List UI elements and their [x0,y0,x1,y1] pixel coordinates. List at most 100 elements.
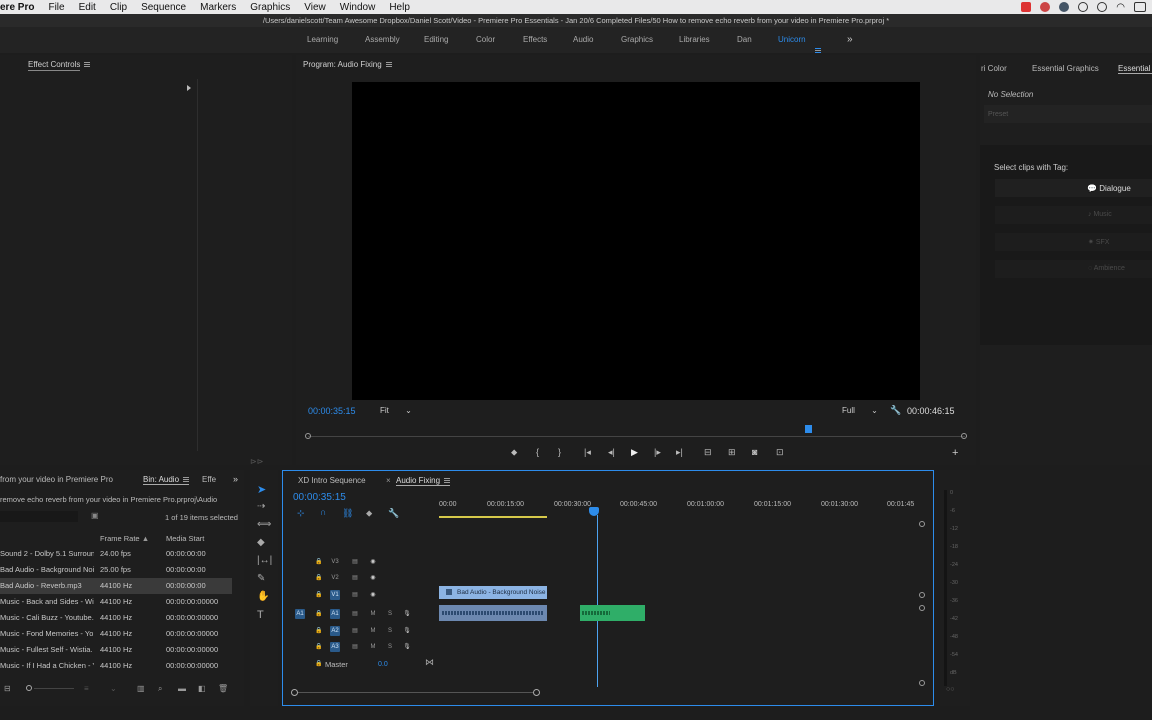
workspace-unicorn[interactable]: Unicorn [778,27,806,53]
snap-icon[interactable]: ∩ [320,507,326,517]
add-marker-timeline-icon[interactable]: ⬥ [366,508,372,519]
master-volume[interactable]: 0.0 [378,661,388,668]
zoom-slider[interactable] [34,688,74,689]
list-options-icon[interactable]: ⌄ [110,684,117,693]
workspace-audio[interactable]: Audio [573,27,593,53]
track-target-a2[interactable]: A2 [330,626,340,636]
bin-list-item[interactable]: Bad Audio - Background Noi 25.00 fps 00:00… [0,562,232,578]
app-menu[interactable]: ere Pro [0,2,34,13]
lock-icon[interactable]: 🔒 [314,642,324,652]
new-bin-search-icon[interactable]: ▣ [91,511,99,520]
selection-tool-icon[interactable]: ➤ [257,483,266,496]
tab-essential-sound[interactable]: Essential S [1118,64,1152,74]
workspace-editing[interactable]: Editing [424,27,448,53]
sync-lock-icon[interactable]: ▤ [350,557,360,567]
step-forward-icon[interactable]: |▸ [654,447,661,458]
sync-lock-icon[interactable]: ▤ [350,642,360,652]
lock-icon[interactable]: 🔒 [314,659,324,669]
lock-bin-icon[interactable]: ⊟ [4,684,11,693]
bin-menu-icon[interactable] [183,477,190,483]
workspace-libraries[interactable]: Libraries [679,27,710,53]
h-scroll-start-handle[interactable] [291,689,298,696]
linked-selection-icon[interactable]: ⛓ [342,508,353,519]
effects-tab[interactable]: Effe [202,475,216,484]
video-preview[interactable] [352,82,920,400]
go-to-in-icon[interactable]: |◂ [584,447,591,458]
voiceover-mic-icon[interactable]: 🎙 [402,642,412,652]
effect-controls-tab[interactable]: Effect Controls [28,60,81,71]
go-to-out-icon[interactable]: ▸| [676,447,683,458]
menu-view[interactable]: View [304,2,326,13]
preset-field[interactable] [984,105,1152,123]
workspace-menu-icon[interactable] [811,38,821,54]
sync-icon[interactable] [1059,2,1070,12]
bin-list-item[interactable]: Sound 2 - Dolby 5.1 Surroun 24.00 fps 00:0… [0,546,232,562]
tag-sfx-button[interactable] [995,233,1152,251]
sync-lock-icon[interactable]: ▤ [350,573,360,583]
go-to-end-icon[interactable]: ⋈ [425,657,434,668]
workspace-effects[interactable]: Effects [523,27,547,53]
mute-button[interactable]: M [368,642,378,652]
wrench-icon[interactable]: 🔧 [890,405,901,416]
program-monitor-title[interactable]: Program: Audio Fixing [303,60,382,69]
nest-toggle-icon[interactable]: ⊹ [297,508,305,519]
eye-icon[interactable]: ◉ [368,557,378,567]
source-patch-a1[interactable]: A1 [295,609,305,619]
tag-music-button[interactable] [995,206,1152,224]
tab-xd-intro-sequence[interactable]: XD Intro Sequence [298,476,366,485]
close-tab-icon[interactable]: × [386,476,391,485]
chrome-icon[interactable] [1040,2,1051,12]
extract-icon[interactable]: ⊞ [728,447,736,458]
timeline-timecode[interactable]: 00:00:35:15 [293,492,346,503]
workspace-assembly[interactable]: Assembly [365,27,400,53]
comparison-view-icon[interactable]: ⊡ [776,447,784,458]
video-clip[interactable]: Bad Audio - Background Noise [439,586,547,599]
column-frame-rate[interactable]: Frame Rate ▲ [100,534,149,543]
audio-clip-reverb[interactable] [580,605,645,621]
timeline-settings-icon[interactable]: 🔧 [388,508,399,519]
clock-icon[interactable] [1078,2,1089,12]
column-media-start[interactable]: Media Start [166,534,204,543]
menu-help[interactable]: Help [389,2,410,13]
audio-scroll-handle[interactable] [919,605,925,611]
workspace-dan[interactable]: Dan [737,27,752,53]
lock-icon[interactable]: 🔒 [314,590,324,600]
bin-list-item[interactable]: Music - Fullest Self - Wistia. 44100 Hz 00… [0,642,232,658]
bin-list-item[interactable]: Music - Fond Memories - Yo 44100 Hz 00:00:… [0,626,232,642]
menu-markers[interactable]: Markers [200,2,236,13]
pen-tool-icon[interactable]: ✎ [257,573,265,584]
ripple-edit-tool-icon[interactable]: ⟺ [257,519,271,530]
trash-icon[interactable]: 🗑 [218,684,228,693]
audio-clip-background-noise[interactable] [439,605,547,621]
program-menu-icon[interactable] [385,62,392,68]
timeline-menu-icon[interactable] [444,478,451,484]
menu-edit[interactable]: Edit [79,2,96,13]
bin-list-item[interactable]: Bad Audio - Reverb.mp3 44100 Hz 00:00:00:0… [0,578,232,594]
track-select-tool-icon[interactable]: ⇢ [257,501,265,512]
panel-overflow-icon[interactable]: » [233,474,238,484]
mute-button[interactable]: M [368,609,378,619]
workspace-learning[interactable]: Learning [307,27,338,53]
battery-icon[interactable] [1134,2,1146,12]
menu-sequence[interactable]: Sequence [141,2,186,13]
workspace-graphics[interactable]: Graphics [621,27,653,53]
h-scroll-end-handle[interactable] [533,689,540,696]
workspace-color[interactable]: Color [476,27,495,53]
automate-sequence-icon[interactable]: ▥ [137,684,145,693]
find-icon[interactable]: ⌕ [158,684,162,694]
mark-out-icon[interactable]: } [558,447,561,457]
bin-audio-tab[interactable]: Bin: Audio [143,475,179,484]
menu-clip[interactable]: Clip [110,2,127,13]
solo-button[interactable]: S [385,609,395,619]
menu-graphics[interactable]: Graphics [250,2,290,13]
program-scrubber[interactable] [308,436,965,437]
sync-lock-icon[interactable]: ▤ [350,626,360,636]
bin-search-input[interactable] [0,511,78,522]
panel-menu-icon[interactable] [84,62,91,68]
time-machine-icon[interactable] [1097,2,1108,12]
zoom-level-select[interactable]: Fit ⌄ [380,406,412,415]
slip-tool-icon[interactable]: |↔| [257,555,272,566]
new-bin-icon[interactable]: ▬ [178,684,186,693]
export-frame-icon[interactable]: ◙ [752,447,757,457]
workspaces-overflow-icon[interactable]: » [847,27,853,53]
